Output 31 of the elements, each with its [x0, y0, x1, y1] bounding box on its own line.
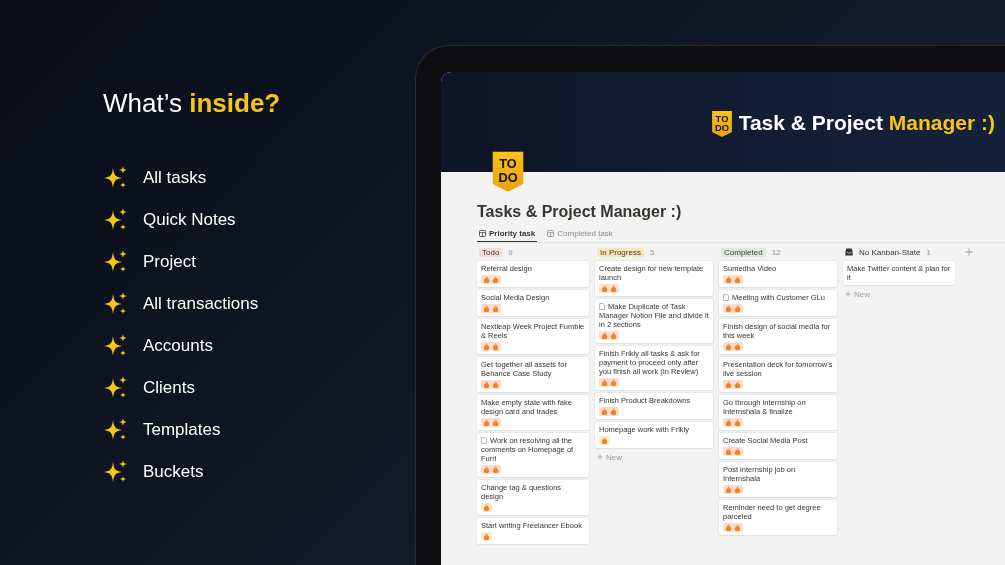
plus-icon — [845, 291, 851, 297]
view-tab[interactable]: Priority task — [477, 226, 538, 242]
column-status: Todo — [479, 247, 503, 257]
column-count: 9 — [508, 247, 513, 257]
column-status: No Kanban-State — [859, 247, 921, 257]
banner-logo: TO DO — [710, 110, 733, 138]
banner-title: Task & Project Manager :) — [738, 110, 995, 136]
board-icon — [547, 229, 555, 237]
feature-label: Project — [143, 252, 196, 272]
column-count: 1 — [926, 247, 931, 257]
feature-label: All tasks — [143, 168, 207, 188]
feature-label: Templates — [143, 420, 221, 440]
feature-label: All transactions — [143, 294, 259, 314]
column-status: Completed — [721, 247, 766, 257]
feature-label: Accounts — [143, 336, 213, 356]
promo-heading: What’s inside? — [103, 88, 282, 119]
document-icon — [599, 302, 605, 310]
document-icon — [723, 293, 729, 301]
column-status: In Progress — [597, 247, 644, 257]
page-logo: TO DO — [491, 150, 525, 193]
inbox-icon — [845, 248, 853, 256]
document-icon — [481, 436, 487, 444]
plus-icon — [965, 247, 973, 256]
feature-label: Quick Notes — [143, 210, 236, 230]
plus-icon — [597, 454, 603, 460]
feature-label: Clients — [143, 378, 195, 398]
column-count: 12 — [771, 247, 781, 257]
board-icon — [479, 229, 486, 237]
feature-label: Buckets — [143, 462, 204, 482]
column-count: 5 — [649, 247, 655, 257]
page-title: Tasks & Project Manager :) — [477, 202, 683, 221]
